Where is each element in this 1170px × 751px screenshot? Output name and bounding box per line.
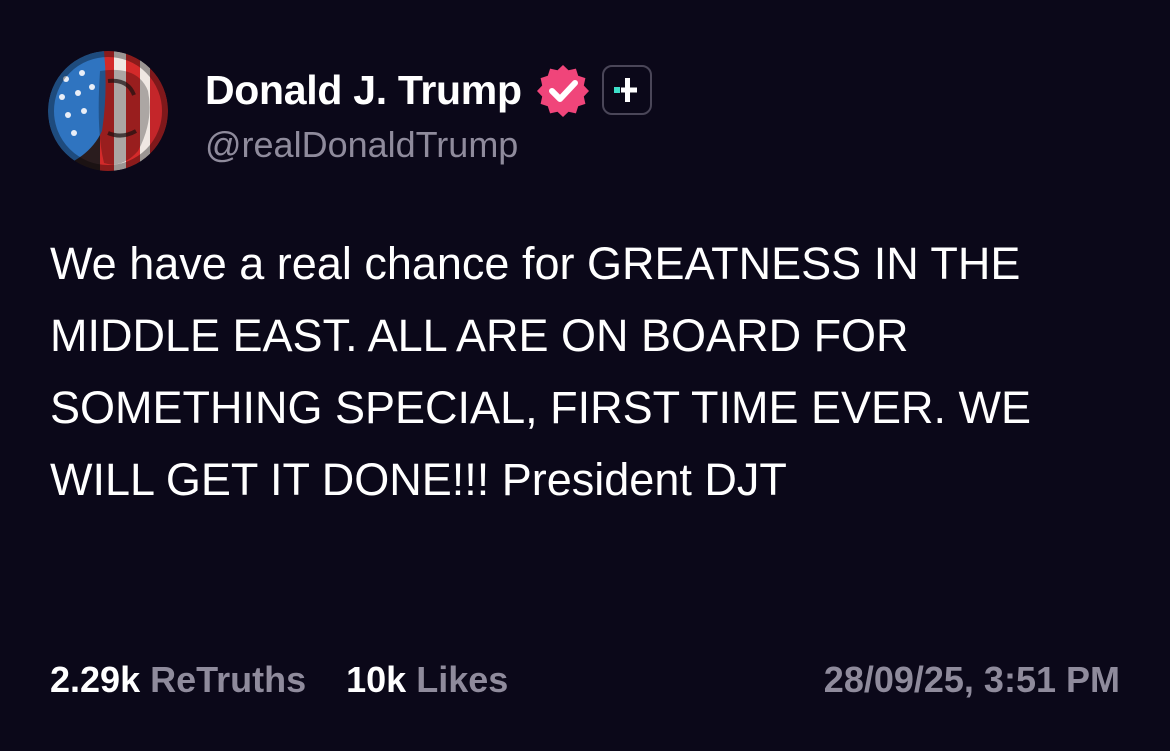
plus-badge-icon [601,65,652,115]
verified-badge-icon [536,65,589,117]
author-name-row: Donald J. Trump [205,62,652,118]
retruths-count: 2.29k [50,659,141,700]
retruths-label: ReTruths [150,659,307,700]
post-card: Donald J. Trump @realDonaldTrump We have… [0,0,1170,751]
author-display-name[interactable]: Donald J. Trump [205,67,522,114]
avatar-image [48,51,168,171]
post-body-text: We have a real chance for GREATNESS IN T… [50,238,1031,505]
likes-count: 10k [346,659,407,700]
post-stats: 2.29k ReTruths 10k Likes [50,656,508,704]
profile-avatar[interactable] [48,51,168,171]
retruths-stat[interactable]: 2.29k ReTruths [50,659,306,701]
likes-label: Likes [416,659,509,700]
likes-stat[interactable]: 10k Likes [346,659,508,701]
post-timestamp: 28/09/25, 3:51 PM [823,659,1120,700]
author-handle[interactable]: @realDonaldTrump [205,124,518,166]
plus-icon [613,78,637,102]
